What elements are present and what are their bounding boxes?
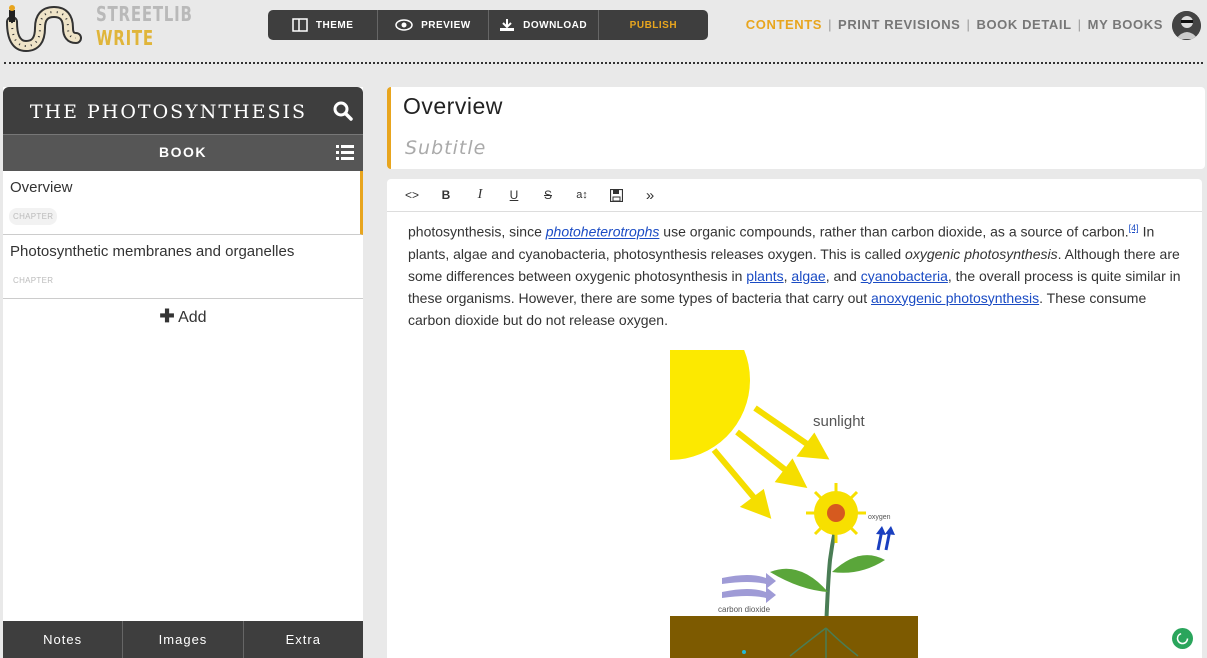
- search-icon: [333, 101, 353, 121]
- book-title: THE PHOTOSYNTHESIS: [29, 101, 307, 123]
- carbon-dioxide-label: carbon dioxide: [718, 605, 771, 614]
- list-icon: [336, 145, 354, 160]
- text-run: use organic compounds, rather than carbo…: [659, 223, 1129, 240]
- link-algae[interactable]: algae: [791, 268, 825, 284]
- theme-label: THEME: [315, 19, 354, 31]
- italic-icon: I: [477, 187, 483, 202]
- preview-button[interactable]: PREVIEW: [378, 10, 489, 40]
- book-section-label: BOOK: [159, 144, 207, 160]
- logo-line2: WRITE: [96, 26, 154, 50]
- bold-button[interactable]: B: [429, 183, 463, 207]
- publish-button[interactable]: PUBLISH: [599, 10, 708, 40]
- link-photoheterotrophs[interactable]: photoheterotrophs: [546, 224, 660, 240]
- strikethrough-icon: S: [543, 188, 552, 202]
- top-navigation: CONTENTS | PRINT REVISIONS | BOOK DETAIL…: [746, 17, 1163, 32]
- publish-label: PUBLISH: [629, 19, 678, 31]
- underline-button[interactable]: U: [497, 183, 531, 207]
- sunlight-label: sunlight: [813, 413, 866, 430]
- sidebar-header: THE PHOTOSYNTHESIS: [3, 87, 363, 134]
- underline-icon: U: [509, 188, 519, 202]
- chapter-title-input[interactable]: Overview: [403, 93, 503, 120]
- add-chapter-button[interactable]: ✚ Add: [3, 306, 363, 327]
- subtitle-input[interactable]: Subtitle: [405, 137, 486, 159]
- list-view-button[interactable]: [336, 145, 354, 165]
- images-button[interactable]: Images: [123, 621, 244, 658]
- main-toolbar: THEME PREVIEW DOWNLOAD PUBLISH: [268, 10, 708, 40]
- notes-button[interactable]: Notes: [3, 621, 124, 658]
- chapter-item-overview[interactable]: Overview CHAPTER: [3, 171, 363, 235]
- nav-print-revisions[interactable]: PRINT REVISIONS: [838, 17, 960, 32]
- chapter-title: Photosynthetic membranes and organelles: [10, 243, 295, 260]
- save-button[interactable]: [599, 183, 633, 207]
- footnote-ref[interactable]: [4]: [1129, 223, 1139, 233]
- nav-my-books[interactable]: MY BOOKS: [1088, 17, 1163, 32]
- plus-icon: ✚: [159, 306, 175, 326]
- text-run: photosynthesis, since: [408, 223, 546, 240]
- bold-icon: B: [441, 188, 451, 202]
- oxygen-label: oxygen: [868, 514, 891, 521]
- strikethrough-button[interactable]: S: [531, 183, 565, 207]
- font-size-button[interactable]: a↕: [565, 183, 599, 207]
- preview-label: PREVIEW: [421, 19, 471, 31]
- download-icon: [500, 19, 515, 31]
- editor-content[interactable]: photosynthesis, since photoheterotrophs …: [408, 217, 1188, 331]
- logo-worm-icon: [6, 5, 82, 53]
- italic-button[interactable]: I: [463, 183, 497, 207]
- sidebar-footer: Notes Images Extra: [3, 621, 363, 658]
- link-cyanobacteria[interactable]: cyanobacteria: [861, 268, 948, 284]
- chevron-double-right-icon: »: [645, 186, 655, 204]
- nav-separator: |: [828, 17, 833, 32]
- theme-button[interactable]: THEME: [268, 10, 379, 40]
- nav-book-detail[interactable]: BOOK DETAIL: [976, 17, 1071, 32]
- link-plants[interactable]: plants: [746, 268, 783, 284]
- extra-button[interactable]: Extra: [244, 621, 363, 658]
- chapter-title-card: Overview Subtitle: [387, 87, 1205, 169]
- search-button[interactable]: [333, 101, 353, 126]
- book-section-bar: BOOK: [3, 134, 363, 171]
- sync-icon: [1176, 632, 1189, 645]
- code-icon: <>: [404, 188, 419, 202]
- user-avatar[interactable]: [1172, 11, 1201, 40]
- editor: <> B I U S a↕ » photosynthesis, since ph…: [387, 179, 1202, 658]
- download-button[interactable]: DOWNLOAD: [489, 10, 599, 40]
- nav-separator: |: [1077, 17, 1082, 32]
- font-size-icon: a↕: [576, 189, 588, 201]
- save-icon: [609, 188, 623, 202]
- nav-separator: |: [966, 17, 971, 32]
- link-anoxygenic-photosynthesis[interactable]: anoxygenic photosynthesis: [871, 290, 1039, 306]
- emphasis-text: oxygenic photosynthesis: [905, 245, 1058, 262]
- top-bar: STREETLIB WRITE THEME PREVIEW DOWNLOAD P…: [0, 0, 1207, 62]
- status-indicator: [1172, 628, 1193, 649]
- nav-contents[interactable]: CONTENTS: [746, 17, 822, 32]
- header-divider: [4, 62, 1203, 64]
- photosynthesis-diagram[interactable]: sunlight oxygen carbon dioxide: [670, 350, 920, 658]
- sidebar: THE PHOTOSYNTHESIS BOOK Overview CHAPTER…: [3, 87, 363, 658]
- chapter-badge: CHAPTER: [13, 276, 54, 285]
- chapter-item-membranes[interactable]: Photosynthetic membranes and organelles …: [3, 235, 363, 299]
- text-run: , and: [825, 267, 861, 284]
- more-options-button[interactable]: »: [633, 183, 667, 207]
- streetlib-logo[interactable]: STREETLIB WRITE: [6, 2, 192, 53]
- add-label: Add: [178, 309, 207, 326]
- avatar-image: [1172, 11, 1201, 40]
- theme-icon: [292, 18, 308, 32]
- logo-text: STREETLIB WRITE: [96, 2, 225, 50]
- eye-icon: [395, 19, 413, 31]
- code-view-button[interactable]: <>: [395, 183, 429, 207]
- logo-line1: STREETLIB: [96, 2, 193, 26]
- chapter-badge: CHAPTER: [9, 208, 58, 225]
- chapter-title: Overview: [10, 179, 73, 196]
- download-label: DOWNLOAD: [523, 19, 588, 31]
- editor-toolbar: <> B I U S a↕ »: [387, 179, 1202, 212]
